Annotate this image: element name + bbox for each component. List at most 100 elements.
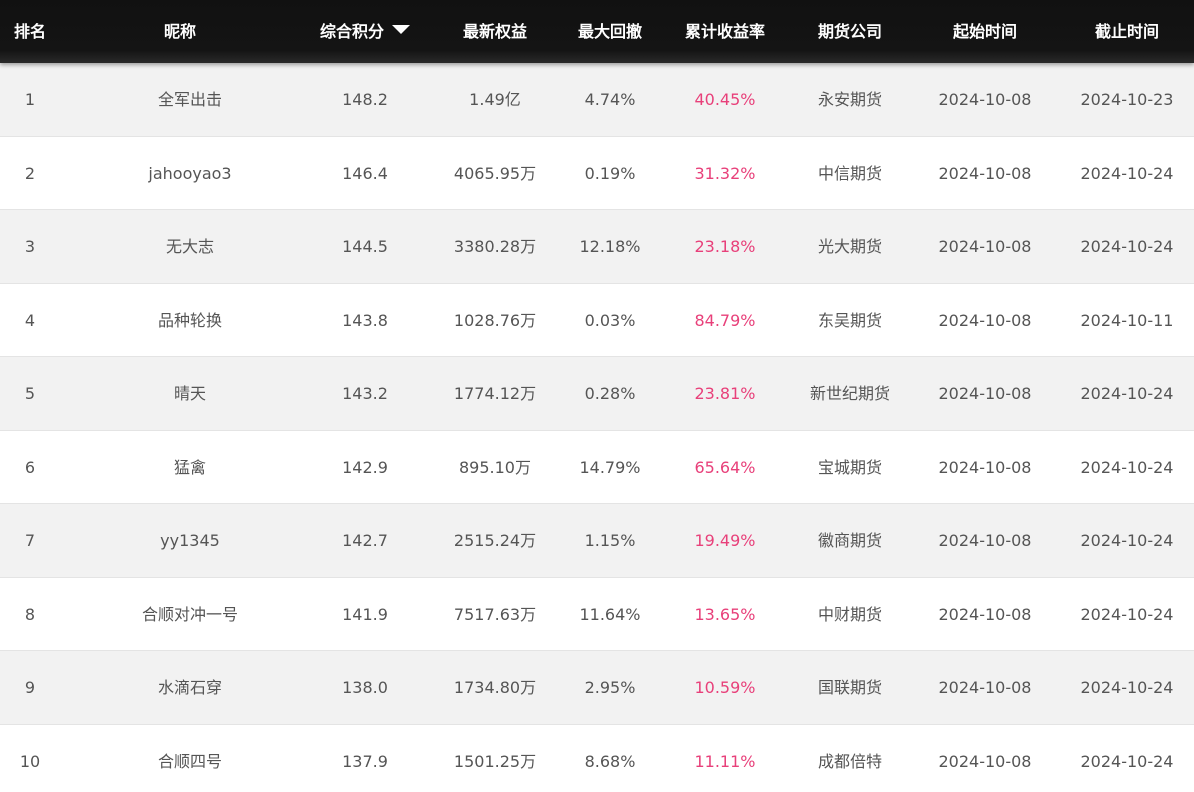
nickname-cell: 猛禽 <box>173 457 206 477</box>
start-time-cell: 2024-10-08 <box>938 751 1032 771</box>
return-cell: 13.65% <box>694 604 756 624</box>
end-time-cell: 2024-10-11 <box>1080 310 1174 330</box>
equity-cell: 4065.95万 <box>453 163 537 183</box>
rank-cell: 3 <box>24 237 36 256</box>
nickname-cell: 合顺四号 <box>157 751 222 771</box>
return-cell: 65.64% <box>694 457 756 477</box>
company-cell: 中信期货 <box>817 163 882 183</box>
equity-cell: 1028.76万 <box>453 310 537 330</box>
table-row: 4 品种轮换 143.8 1028.76万 0.03% 84.79% 东吴期货 … <box>0 283 1194 357</box>
end-time-cell: 2024-10-24 <box>1080 604 1174 624</box>
return-cell: 10.59% <box>694 678 756 697</box>
return-cell: 40.45% <box>694 90 756 109</box>
company-cell: 中财期货 <box>817 604 882 624</box>
end-time-cell: 2024-10-24 <box>1080 678 1174 697</box>
company-cell: 国联期货 <box>817 678 882 697</box>
table-row: 5 晴天 143.2 1774.12万 0.28% 23.81% 新世纪期货 2… <box>0 357 1194 431</box>
end-time-cell: 2024-10-24 <box>1080 751 1174 771</box>
score-cell: 143.2 <box>342 384 388 403</box>
nickname-cell: 合顺对冲一号 <box>141 604 238 624</box>
score-cell: 144.5 <box>342 237 388 256</box>
caret-down-icon[interactable] <box>392 25 410 34</box>
company-cell: 成都倍特 <box>817 751 882 771</box>
header-equity: 最新权益 <box>462 22 527 41</box>
drawdown-cell: 2.95% <box>584 678 636 697</box>
start-time-cell: 2024-10-08 <box>938 384 1032 403</box>
header-drawdown: 最大回撤 <box>577 22 642 41</box>
ranking-table: 排名 昵称 综合积分 最新权益 最大回撤 累计收益率 期货公司 起始时间 截止时… <box>0 0 1194 792</box>
rank-cell: 9 <box>24 678 36 697</box>
nickname-cell: 晴天 <box>173 384 206 403</box>
start-time-cell: 2024-10-08 <box>938 237 1032 256</box>
table-row: 10 合顺四号 137.9 1501.25万 8.68% 11.11% 成都倍特… <box>0 724 1194 792</box>
table-header: 排名 昵称 综合积分 最新权益 最大回撤 累计收益率 期货公司 起始时间 截止时… <box>0 0 1194 63</box>
header-company: 期货公司 <box>817 22 882 41</box>
equity-cell: 1734.80万 <box>453 678 537 697</box>
drawdown-cell: 0.19% <box>584 163 636 183</box>
start-time-cell: 2024-10-08 <box>938 531 1032 550</box>
score-cell: 143.8 <box>342 310 388 330</box>
nickname-cell: 水滴石穿 <box>157 678 222 697</box>
score-cell: 142.9 <box>342 457 388 477</box>
start-time-cell: 2024-10-08 <box>938 678 1032 697</box>
score-cell: 138.0 <box>342 678 388 697</box>
header-start-time: 起始时间 <box>952 22 1017 41</box>
end-time-cell: 2024-10-24 <box>1080 163 1174 183</box>
nickname-cell: 全军出击 <box>157 90 222 109</box>
table-row: 2 jahooyao3 146.4 4065.95万 0.19% 31.32% … <box>0 136 1194 210</box>
rank-cell: 7 <box>24 531 36 550</box>
end-time-cell: 2024-10-24 <box>1080 384 1174 403</box>
company-cell: 光大期货 <box>817 237 882 256</box>
rank-cell: 5 <box>24 384 36 403</box>
start-time-cell: 2024-10-08 <box>938 310 1032 330</box>
end-time-cell: 2024-10-24 <box>1080 457 1174 477</box>
equity-cell: 7517.63万 <box>453 604 537 624</box>
drawdown-cell: 11.64% <box>579 604 641 624</box>
company-cell: 东吴期货 <box>817 310 882 330</box>
header-score-label: 综合积分 <box>319 22 384 41</box>
header-return: 累计收益率 <box>684 22 765 41</box>
nickname-cell: yy1345 <box>160 531 220 550</box>
drawdown-cell: 4.74% <box>584 90 636 109</box>
drawdown-cell: 8.68% <box>584 751 636 771</box>
score-cell: 142.7 <box>342 531 388 550</box>
start-time-cell: 2024-10-08 <box>938 457 1032 477</box>
return-cell: 19.49% <box>694 531 756 550</box>
rank-cell: 2 <box>24 163 36 183</box>
equity-cell: 1.49亿 <box>469 90 521 109</box>
score-cell: 141.9 <box>342 604 388 624</box>
table-row: 1 全军出击 148.2 1.49亿 4.74% 40.45% 永安期货 202… <box>0 63 1194 137</box>
start-time-cell: 2024-10-08 <box>938 90 1032 109</box>
table-row: 6 猛禽 142.9 895.10万 14.79% 65.64% 宝城期货 20… <box>0 430 1194 504</box>
equity-cell: 1501.25万 <box>453 751 537 771</box>
return-cell: 23.81% <box>694 384 756 403</box>
company-cell: 永安期货 <box>817 90 882 109</box>
header-end-time: 截止时间 <box>1094 22 1159 41</box>
header-nickname: 昵称 <box>163 22 196 41</box>
return-cell: 11.11% <box>694 751 756 771</box>
score-cell: 148.2 <box>342 90 388 109</box>
header-score-sortable[interactable]: 综合积分 <box>300 0 430 63</box>
equity-cell: 895.10万 <box>459 457 531 477</box>
table-row: 3 无大志 144.5 3380.28万 12.18% 23.18% 光大期货 … <box>0 210 1194 284</box>
table-row: 7 yy1345 142.7 2515.24万 1.15% 19.49% 徽商期… <box>0 504 1194 578</box>
drawdown-cell: 0.28% <box>584 384 636 403</box>
return-cell: 31.32% <box>694 163 756 183</box>
end-time-cell: 2024-10-23 <box>1080 90 1174 109</box>
drawdown-cell: 0.03% <box>584 310 636 330</box>
end-time-cell: 2024-10-24 <box>1080 237 1174 256</box>
drawdown-cell: 12.18% <box>579 237 641 256</box>
nickname-cell: 品种轮换 <box>157 310 222 330</box>
equity-cell: 3380.28万 <box>453 237 537 256</box>
company-cell: 新世纪期货 <box>809 384 890 403</box>
rank-cell: 1 <box>24 90 36 109</box>
rank-cell: 4 <box>24 310 36 330</box>
drawdown-cell: 14.79% <box>579 457 641 477</box>
start-time-cell: 2024-10-08 <box>938 604 1032 624</box>
company-cell: 宝城期货 <box>817 457 882 477</box>
score-cell: 137.9 <box>342 751 388 771</box>
start-time-cell: 2024-10-08 <box>938 163 1032 183</box>
rank-cell: 6 <box>24 457 36 477</box>
table-row: 9 水滴石穿 138.0 1734.80万 2.95% 10.59% 国联期货 … <box>0 651 1194 725</box>
drawdown-cell: 1.15% <box>584 531 636 550</box>
